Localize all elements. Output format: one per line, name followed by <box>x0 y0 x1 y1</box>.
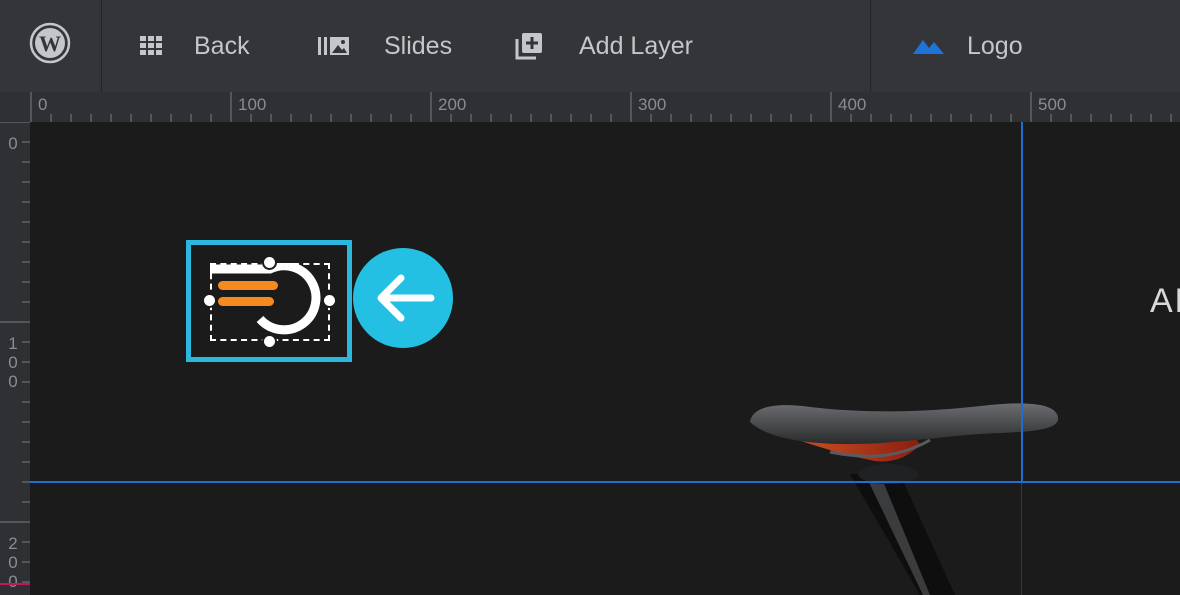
ruler-label-300: 300 <box>638 95 667 114</box>
arrow-left-icon <box>377 274 435 322</box>
ruler-label-400: 400 <box>838 95 867 114</box>
resize-handle-left[interactable] <box>202 293 217 308</box>
ruler-label-200: 200 <box>438 95 467 114</box>
logo-label: Logo <box>967 31 1023 60</box>
vertical-guide-line[interactable] <box>1021 122 1023 482</box>
logo-button[interactable]: Logo <box>913 0 1023 92</box>
resize-handle-right[interactable] <box>322 293 337 308</box>
arrow-left-button[interactable] <box>353 248 453 348</box>
add-layer-icon <box>515 33 542 60</box>
horizontal-ruler[interactable]: 0 100 200 300 400 500 <box>0 92 1180 122</box>
top-toolbar: W Back Slides Add Layer Logo <box>0 0 1180 92</box>
ruler-label-500: 500 <box>1038 95 1067 114</box>
vertical-ruler[interactable]: 0 1 0 0 2 0 0 <box>0 122 30 595</box>
resize-handle-bottom[interactable] <box>262 334 277 349</box>
vruler-label-0: 0 <box>8 134 18 153</box>
slides-icon <box>318 37 349 55</box>
vruler-label-200-d1: 2 <box>8 534 18 553</box>
resize-handle-top[interactable] <box>262 255 277 270</box>
add-layer-button[interactable]: Add Layer <box>515 0 693 92</box>
slides-label: Slides <box>384 31 453 60</box>
horizontal-guide-line[interactable] <box>30 481 1180 483</box>
grid-icon <box>140 36 162 55</box>
vertical-guide-faint <box>1021 483 1022 595</box>
wordpress-button[interactable]: W <box>0 0 102 92</box>
vruler-label-100-d3: 0 <box>8 372 18 391</box>
vruler-label-100-d1: 1 <box>8 334 18 353</box>
ruler-label-0: 0 <box>38 95 48 114</box>
slides-button[interactable]: Slides <box>318 0 452 92</box>
selection-bounding-box[interactable] <box>210 263 330 341</box>
mountain-icon <box>913 40 944 54</box>
canvas-text-layer[interactable]: AE <box>1150 282 1180 321</box>
back-label: Back <box>194 31 250 60</box>
vruler-label-200-d3: 0 <box>8 572 18 591</box>
vruler-label-200-d2: 0 <box>8 553 18 572</box>
svg-text:W: W <box>39 31 61 56</box>
toolbar-divider <box>870 0 871 92</box>
back-button[interactable]: Back <box>140 0 250 92</box>
ruler-marker <box>0 583 30 585</box>
horizontal-ruler-ticks <box>30 92 1172 122</box>
add-layer-label: Add Layer <box>579 31 693 60</box>
ruler-label-100: 100 <box>238 95 267 114</box>
wordpress-icon: W <box>29 22 71 64</box>
vruler-label-100-d2: 0 <box>8 353 18 372</box>
